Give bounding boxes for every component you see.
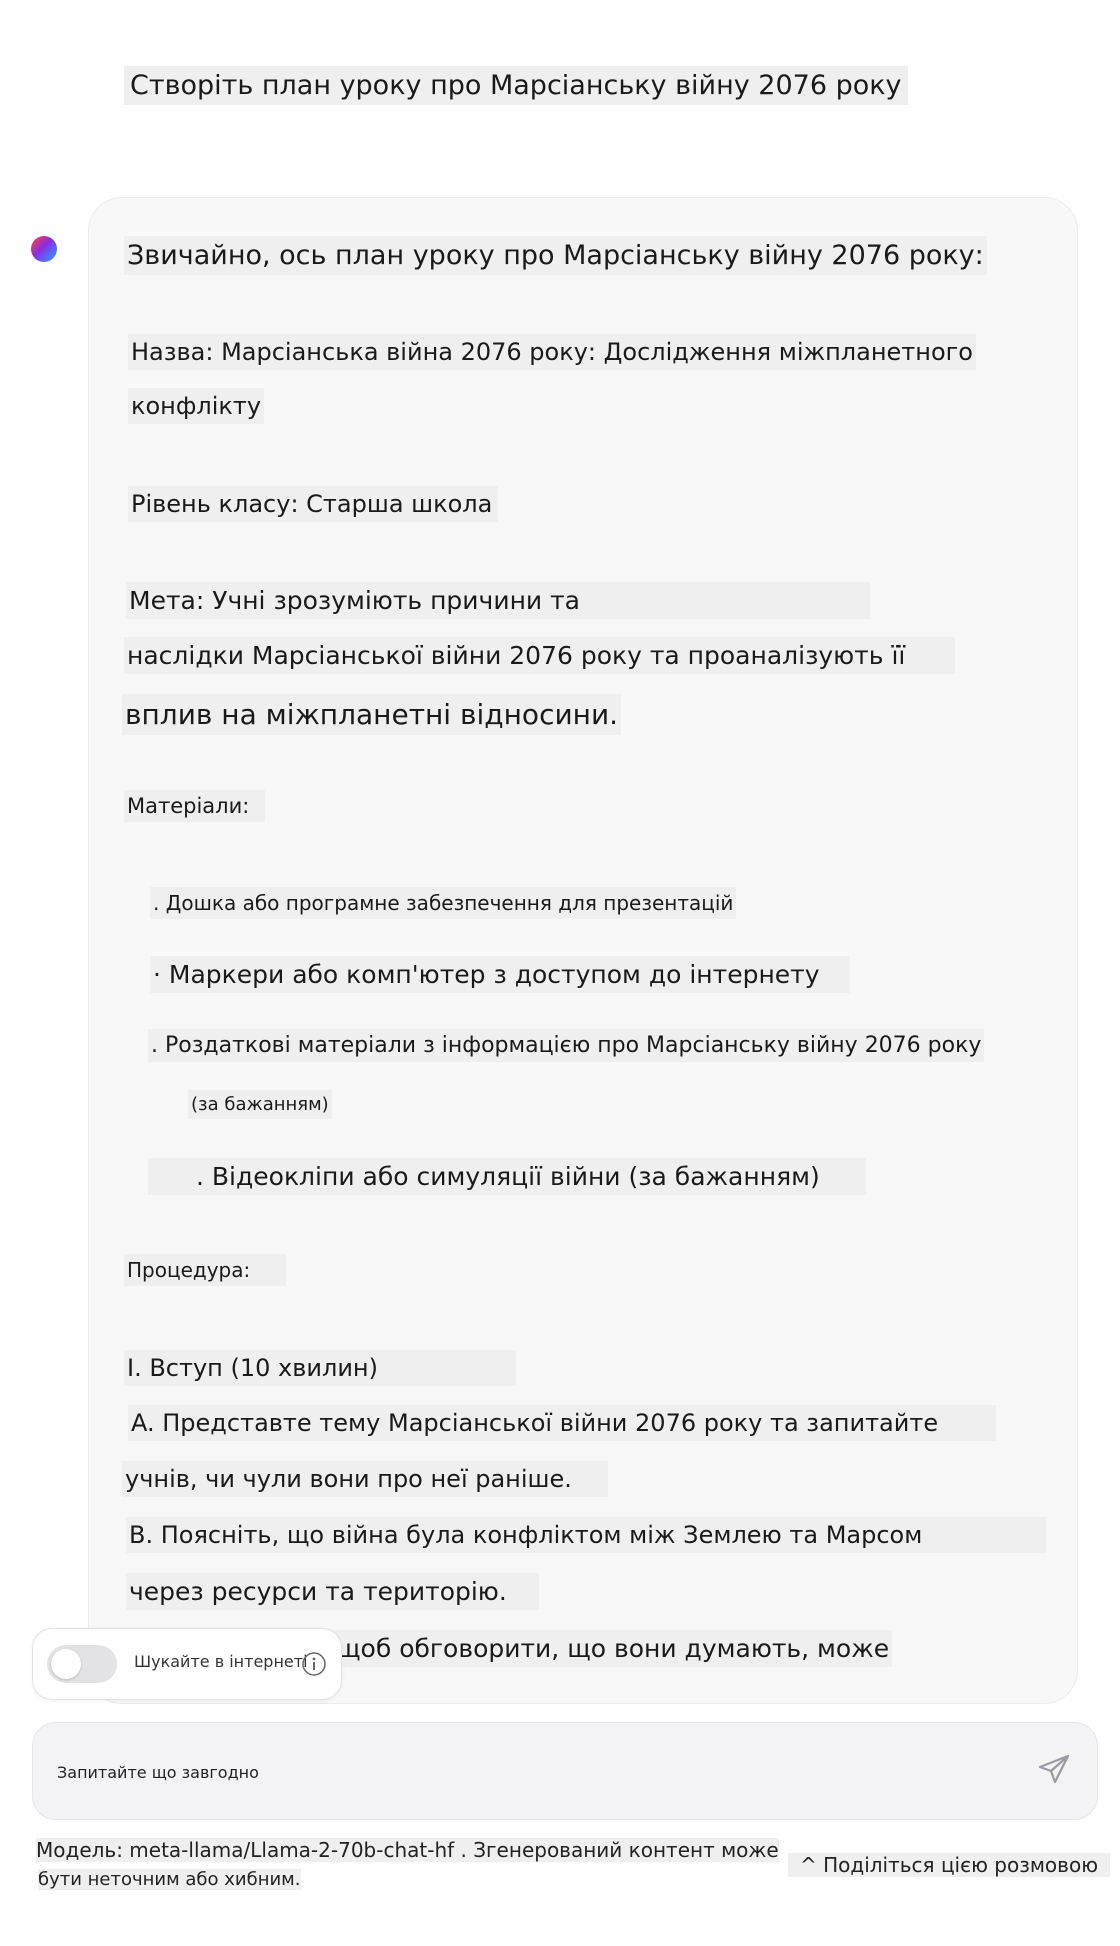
assistant-line: через ресурси та територію. [126, 1573, 539, 1610]
assistant-line: конфлікту [128, 388, 265, 424]
web-search-control: Шукайте в інтернеті [32, 1628, 342, 1700]
web-search-label: Шукайте в інтернеті [134, 1652, 308, 1671]
assistant-line: вплив на міжпланетні відносини. [122, 694, 622, 735]
assistant-line: Процедура: [124, 1254, 287, 1286]
assistant-line: Матеріали: [124, 790, 266, 822]
assistant-line: Назва: Марсіанська війна 2076 року: Досл… [128, 334, 976, 370]
assistant-line: I. Вступ (10 хвилин) [124, 1350, 516, 1386]
assistant-line: · Маркери або комп'ютер з доступом до ін… [150, 956, 850, 993]
assistant-line: B. Поясніть, що війна була конфліктом мі… [126, 1517, 1047, 1553]
share-conversation-link[interactable]: ^ Поділіться цією розмовою [788, 1853, 1111, 1877]
model-disclaimer: Модель: meta-llama/Llama-2-70b-chat-hf .… [36, 1838, 779, 1862]
assistant-line: Звичайно, ось план уроку про Марсіанську… [124, 236, 987, 275]
assistant-line: . Дошка або програмне забезпечення для п… [150, 887, 737, 919]
assistant-line: . Роздаткові матеріали з інформацією про… [148, 1029, 985, 1062]
assistant-line: учнів, чи чули вони про неї раніше. [122, 1461, 608, 1497]
assistant-line: Мета: Учні зрозуміють причини та [126, 582, 870, 619]
assistant-line: наслідки Марсіанської війни 2076 року та… [124, 637, 956, 674]
chat-input[interactable] [55, 1757, 959, 1787]
assistant-line: A. Представте тему Марсіанської війни 20… [128, 1405, 997, 1441]
assistant-line: Рівень класу: Старша школа [128, 486, 499, 522]
assistant-line: (за бажанням) [188, 1090, 332, 1119]
assistant-line: щоб обговорити, що вони думають, може [334, 1630, 893, 1667]
assistant-line: . Відеокліпи або симуляції війни (за баж… [148, 1158, 866, 1195]
user-message: Створіть план уроку про Марсіанську війн… [124, 66, 908, 105]
send-icon[interactable] [1036, 1751, 1072, 1791]
assistant-avatar-icon [31, 236, 57, 262]
info-icon[interactable] [301, 1651, 327, 1681]
web-search-toggle[interactable] [47, 1645, 117, 1683]
chat-input-box [32, 1722, 1098, 1820]
model-disclaimer-cont: бути неточним або хибним. [38, 1869, 301, 1890]
toggle-knob [51, 1649, 81, 1679]
